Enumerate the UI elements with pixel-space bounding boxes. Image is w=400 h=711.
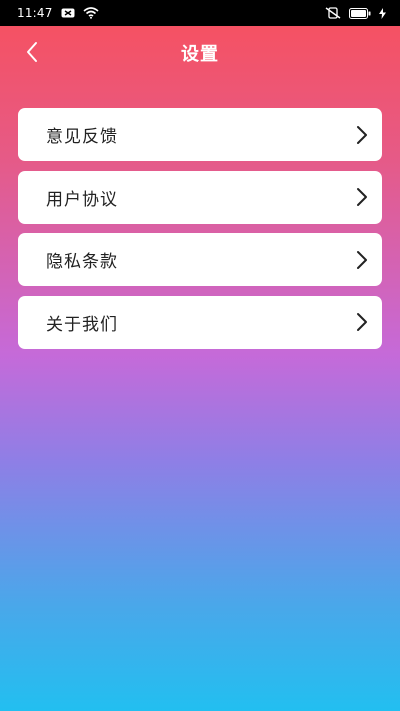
menu-item-label: 意见反馈 [46,127,118,147]
menu-item-feedback[interactable]: 意见反馈 [18,108,382,161]
settings-menu: 意见反馈 用户协议 隐私条款 关于我们 [18,108,382,358]
menu-item-about-us[interactable]: 关于我们 [18,295,382,349]
wifi-icon [83,7,99,19]
nav-bar: 设置 [0,26,400,78]
status-bar: 11:47 [0,0,400,26]
page-title: 设置 [181,44,219,65]
menu-item-label: 隐私条款 [46,252,118,272]
menu-item-label: 关于我们 [46,314,118,335]
notification-icon [61,8,75,18]
status-right [325,7,386,19]
menu-item-label: 用户协议 [46,189,118,210]
chevron-right-icon [356,250,368,270]
status-time: 11:47 [17,6,53,20]
menu-item-privacy-policy[interactable]: 隐私条款 [18,233,382,286]
chevron-right-icon [356,125,368,145]
menu-item-user-agreement[interactable]: 用户协议 [18,170,382,224]
status-left: 11:47 [17,6,99,20]
battery-icon [349,7,371,19]
chevron-right-icon [356,312,368,332]
mute-icon [325,7,341,19]
chevron-right-icon [356,187,368,207]
charging-icon [379,7,386,19]
